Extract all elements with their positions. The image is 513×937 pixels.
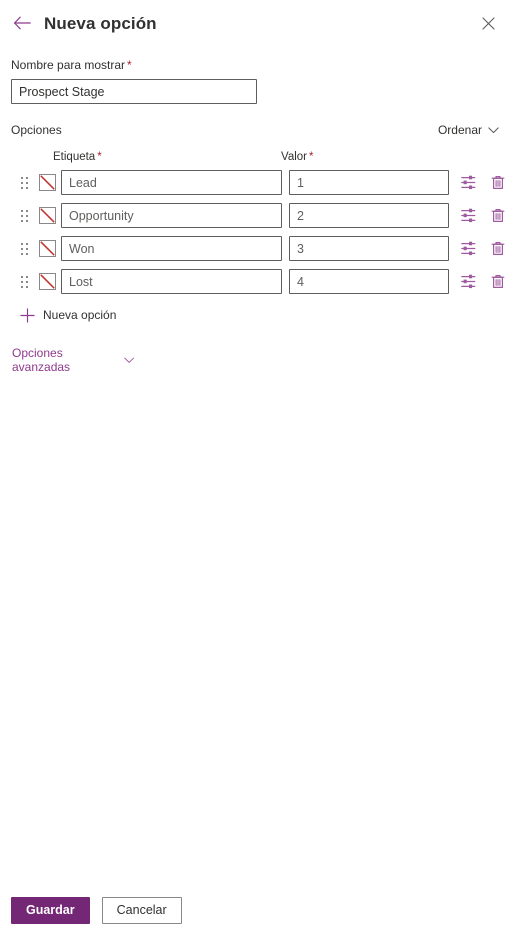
drag-dots bbox=[20, 209, 28, 222]
display-name-input[interactable] bbox=[11, 79, 257, 104]
sliders-icon[interactable] bbox=[459, 207, 477, 225]
panel-footer: Guardar Cancelar bbox=[0, 883, 513, 937]
option-label-input[interactable] bbox=[61, 269, 282, 294]
required-indicator: * bbox=[97, 151, 102, 163]
table-row bbox=[11, 236, 505, 261]
trash-icon[interactable] bbox=[489, 240, 507, 258]
chevron-down-icon bbox=[488, 126, 499, 133]
advanced-options-label: Opciones avanzadas bbox=[12, 346, 71, 374]
drag-dots bbox=[20, 176, 28, 189]
sliders-icon[interactable] bbox=[459, 273, 477, 291]
chevron-down-icon bbox=[123, 357, 134, 363]
option-value-input[interactable] bbox=[289, 203, 449, 228]
sliders-icon[interactable] bbox=[459, 240, 477, 258]
option-value-input[interactable] bbox=[289, 269, 449, 294]
row-actions bbox=[459, 207, 507, 225]
plus-icon bbox=[17, 305, 37, 325]
row-actions bbox=[459, 273, 507, 291]
option-label-input[interactable] bbox=[61, 203, 282, 228]
options-section-header: Opciones Ordenar bbox=[11, 121, 501, 139]
options-table-column-headers: Etiqueta * Valor * bbox=[11, 150, 501, 164]
display-name-label-text: Nombre para mostrar bbox=[11, 58, 126, 72]
no-color-swatch-icon[interactable] bbox=[39, 207, 56, 224]
no-color-swatch-icon[interactable] bbox=[39, 174, 56, 191]
drag-handle-icon[interactable] bbox=[17, 208, 31, 224]
row-actions bbox=[459, 240, 507, 258]
table-row bbox=[11, 269, 505, 294]
page-title: Nueva opción bbox=[44, 13, 157, 33]
cancel-button[interactable]: Cancelar bbox=[101, 896, 182, 924]
options-table: Etiqueta * Valor * bbox=[11, 150, 505, 294]
no-color-swatch-icon[interactable] bbox=[39, 240, 56, 257]
drag-handle-icon[interactable] bbox=[17, 175, 31, 191]
option-value-input[interactable] bbox=[289, 170, 449, 195]
row-actions bbox=[459, 174, 507, 192]
column-header-etiqueta: Etiqueta * bbox=[53, 151, 274, 163]
back-arrow-icon[interactable] bbox=[11, 12, 33, 34]
advanced-options-toggle[interactable]: Opciones avanzadas bbox=[12, 346, 134, 374]
drag-handle-icon[interactable] bbox=[17, 241, 31, 257]
option-label-input[interactable] bbox=[61, 236, 282, 261]
options-section-title: Opciones bbox=[11, 123, 62, 137]
sort-dropdown[interactable]: Ordenar bbox=[438, 123, 501, 137]
table-row bbox=[11, 203, 505, 228]
sliders-icon[interactable] bbox=[459, 174, 477, 192]
option-label-input[interactable] bbox=[61, 170, 282, 195]
save-button[interactable]: Guardar bbox=[11, 896, 90, 924]
no-color-swatch-icon[interactable] bbox=[39, 273, 56, 290]
column-header-valor-text: Valor bbox=[281, 151, 307, 163]
display-name-label: Nombre para mostrar * bbox=[11, 57, 501, 73]
column-header-valor: Valor * bbox=[281, 151, 441, 163]
drag-dots bbox=[20, 242, 28, 255]
drag-handle-icon[interactable] bbox=[17, 274, 31, 290]
table-row bbox=[11, 170, 505, 195]
sort-dropdown-label: Ordenar bbox=[437, 123, 482, 137]
add-new-option-button[interactable]: Nueva opción bbox=[17, 305, 127, 325]
trash-icon[interactable] bbox=[489, 174, 507, 192]
option-value-input[interactable] bbox=[289, 236, 449, 261]
close-icon[interactable] bbox=[475, 10, 501, 36]
panel-header: Nueva opción bbox=[0, 0, 513, 46]
drag-dots bbox=[20, 275, 28, 288]
trash-icon[interactable] bbox=[489, 207, 507, 225]
column-header-etiqueta-text: Etiqueta bbox=[53, 151, 96, 163]
add-new-option-label: Nueva opción bbox=[43, 308, 117, 322]
required-indicator: * bbox=[127, 58, 132, 72]
trash-icon[interactable] bbox=[489, 273, 507, 291]
required-indicator: * bbox=[309, 151, 314, 163]
panel-body: Nombre para mostrar* Opciones Ordenar Et… bbox=[0, 57, 513, 374]
